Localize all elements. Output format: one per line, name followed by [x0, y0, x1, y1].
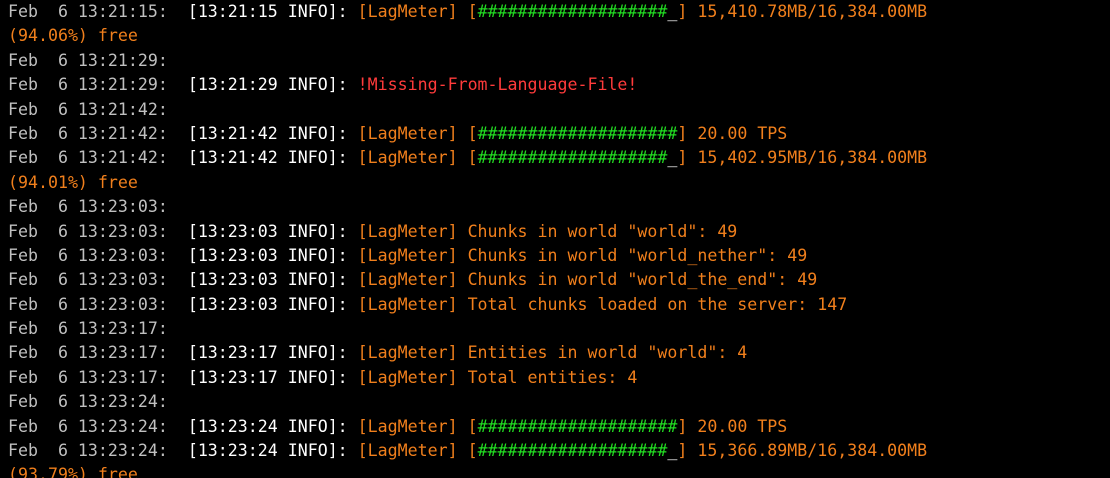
log-segment-bracket-info: [13:23:17 INFO]: — [187, 367, 358, 387]
log-segment-bar-green: ################### — [477, 2, 668, 21]
log-segment-timestamp: Feb 6 13:23:17: — [8, 367, 188, 387]
terminal-console-output[interactable]: Feb 6 13:21:15: [13:21:15 INFO]: [LagMet… — [0, 0, 1110, 478]
log-segment-timestamp: Feb 6 13:23:03: — [8, 294, 188, 314]
log-line: Feb 6 13:23:24: — [8, 390, 1110, 414]
log-segment-bar-green: ################### — [477, 441, 668, 461]
log-line: Feb 6 13:23:03: [13:23:03 INFO]: [LagMet… — [8, 293, 1110, 317]
log-line: Feb 6 13:23:17: — [8, 317, 1110, 341]
log-line: Feb 6 13:21:29: — [8, 49, 1110, 73]
log-segment-bar-green: ################### — [477, 148, 668, 168]
log-line: Feb 6 13:21:29: [13:21:29 INFO]: !Missin… — [8, 73, 1110, 97]
log-segment-plugin-orange: (94.01%) free — [8, 172, 138, 192]
log-segment-plugin-orange: [LagMeter] [ — [357, 123, 478, 143]
log-segment-timestamp: Feb 6 13:21:42: — [8, 99, 168, 119]
log-segment-plugin-orange: [LagMeter] [ — [357, 441, 478, 461]
log-segment-timestamp: Feb 6 13:23:03: — [8, 245, 188, 265]
log-segment-bracket-info: [13:21:15 INFO]: — [187, 2, 358, 21]
log-segment-bracket-info: [13:23:17 INFO]: — [187, 343, 358, 363]
log-segment-bracket-info: [13:21:42 INFO]: — [187, 148, 358, 168]
log-segment-plugin-orange: [LagMeter] [ — [357, 148, 478, 168]
log-line: Feb 6 13:23:24: [13:23:24 INFO]: [LagMet… — [8, 439, 1110, 463]
log-segment-bar-green: #################### — [477, 123, 678, 143]
log-segment-timestamp: Feb 6 13:23:24: — [8, 392, 168, 412]
log-line: Feb 6 13:23:03: [13:23:03 INFO]: [LagMet… — [8, 244, 1110, 268]
log-segment-timestamp: Feb 6 13:23:17: — [8, 343, 188, 363]
log-segment-plugin-orange: [LagMeter] Chunks in world "world_nether… — [357, 245, 808, 265]
log-segment-plugin-orange: [LagMeter] Total entities: 4 — [357, 367, 638, 387]
log-segment-plugin-orange: ] 15,410.78MB/16,384.00MB — [677, 2, 928, 21]
log-segment-timestamp: Feb 6 13:21:42: — [8, 148, 188, 168]
log-segment-plugin-orange: (94.06%) free — [8, 26, 138, 46]
log-segment-bracket-info: _ — [667, 441, 678, 461]
log-segment-bracket-info: [13:23:03 INFO]: — [187, 294, 358, 314]
log-segment-timestamp: Feb 6 13:23:24: — [8, 416, 188, 436]
log-segment-timestamp: Feb 6 13:23:24: — [8, 441, 188, 461]
log-line: Feb 6 13:23:24: [13:23:24 INFO]: [LagMet… — [8, 415, 1110, 439]
log-line: (93.79%) free — [8, 463, 1110, 478]
log-line: Feb 6 13:21:42: [13:21:42 INFO]: [LagMet… — [8, 122, 1110, 146]
log-segment-bracket-info: [13:23:03 INFO]: — [187, 245, 358, 265]
log-line: Feb 6 13:23:03: [13:23:03 INFO]: [LagMet… — [8, 268, 1110, 292]
log-line: (94.06%) free — [8, 24, 1110, 48]
log-segment-plugin-orange: [LagMeter] [ — [357, 2, 478, 21]
log-segment-bracket-info: [13:23:03 INFO]: — [187, 221, 358, 241]
log-line: Feb 6 13:23:17: [13:23:17 INFO]: [LagMet… — [8, 366, 1110, 390]
log-segment-bracket-info: [13:21:42 INFO]: — [187, 123, 358, 143]
log-segment-bracket-info: _ — [667, 2, 678, 21]
log-line: (94.01%) free — [8, 171, 1110, 195]
log-segment-plugin-orange: ] 15,366.89MB/16,384.00MB — [677, 441, 928, 461]
log-segment-plugin-orange: (93.79%) free — [8, 465, 138, 478]
log-segment-plugin-orange: [LagMeter] [ — [357, 416, 478, 436]
log-line: Feb 6 13:23:03: [13:23:03 INFO]: [LagMet… — [8, 220, 1110, 244]
log-segment-bracket-info: [13:23:24 INFO]: — [187, 441, 358, 461]
log-segment-timestamp: Feb 6 13:21:29: — [8, 50, 168, 70]
log-segment-plugin-orange: [LagMeter] Entities in world "world": 4 — [357, 343, 748, 363]
log-segment-timestamp: Feb 6 13:23:03: — [8, 197, 168, 217]
log-line: Feb 6 13:23:17: [13:23:17 INFO]: [LagMet… — [8, 341, 1110, 365]
log-segment-bracket-info: [13:23:24 INFO]: — [187, 416, 358, 436]
log-segment-timestamp: Feb 6 13:21:29: — [8, 75, 188, 95]
log-segment-bracket-info: _ — [667, 148, 678, 168]
log-segment-plugin-orange: [LagMeter] Chunks in world "world_the_en… — [357, 270, 818, 290]
log-segment-plugin-orange: ] 20.00 TPS — [677, 416, 788, 436]
log-segment-timestamp: Feb 6 13:23:17: — [8, 319, 168, 339]
log-segment-timestamp: Feb 6 13:23:03: — [8, 221, 188, 241]
log-segment-bracket-info: [13:21:29 INFO]: — [187, 75, 358, 95]
log-segment-timestamp: Feb 6 13:21:42: — [8, 123, 188, 143]
log-segment-timestamp: Feb 6 13:23:03: — [8, 270, 188, 290]
log-line: Feb 6 13:23:03: — [8, 195, 1110, 219]
log-segment-plugin-orange: ] 15,402.95MB/16,384.00MB — [677, 148, 928, 168]
log-segment-plugin-orange: [LagMeter] Total chunks loaded on the se… — [357, 294, 848, 314]
log-segment-timestamp: Feb 6 13:21:15: — [8, 2, 188, 21]
log-line: Feb 6 13:21:42: — [8, 98, 1110, 122]
log-segment-bar-green: #################### — [477, 416, 678, 436]
log-line: Feb 6 13:21:42: [13:21:42 INFO]: [LagMet… — [8, 146, 1110, 170]
log-segment-plugin-orange: [LagMeter] Chunks in world "world": 49 — [357, 221, 738, 241]
log-line: Feb 6 13:21:15: [13:21:15 INFO]: [LagMet… — [8, 0, 1110, 24]
log-segment-error-red: !Missing-From-Language-File! — [357, 75, 638, 95]
log-segment-bracket-info: [13:23:03 INFO]: — [187, 270, 358, 290]
log-segment-plugin-orange: ] 20.00 TPS — [677, 123, 788, 143]
